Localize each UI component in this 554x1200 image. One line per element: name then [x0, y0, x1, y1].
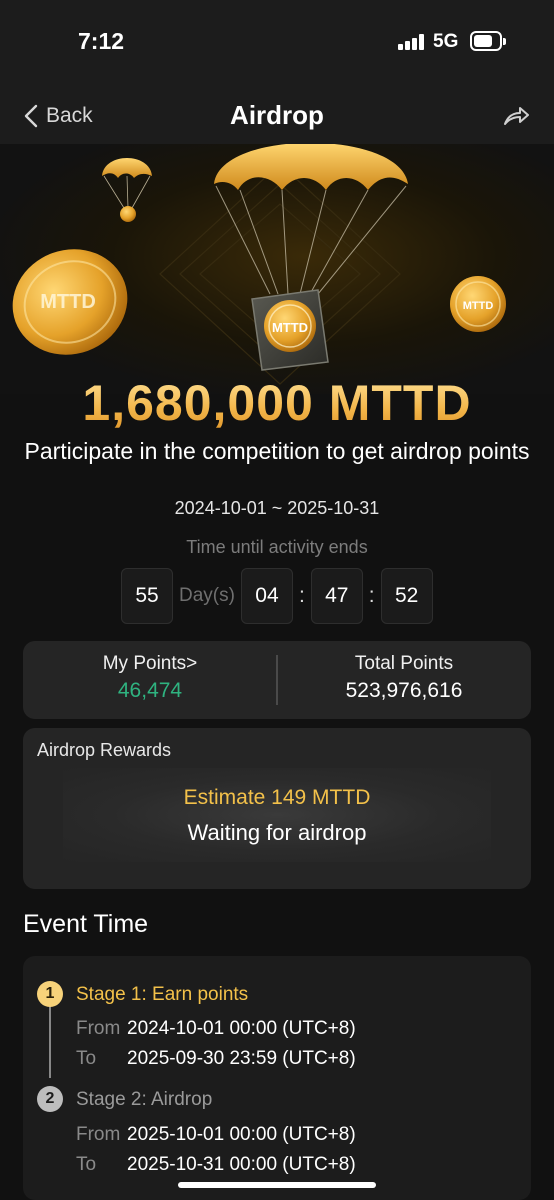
activity-date-range: 2024-10-01 ~ 2025-10-31	[174, 498, 380, 518]
parachute-icon: MTTD	[214, 144, 408, 371]
countdown-separator: :	[368, 584, 375, 607]
hero-subtitle: Participate in the competition to get ai…	[24, 438, 530, 464]
stage-2-badge: 2	[37, 1086, 63, 1112]
coin-icon-right: MTTD	[450, 276, 506, 332]
countdown-minutes: 47	[310, 568, 363, 624]
status-time: 7:12	[78, 28, 125, 54]
rewards-highlight	[63, 768, 491, 862]
status-bar: 7:12 5G	[0, 0, 554, 88]
coin-label: MTTD	[272, 320, 308, 335]
hero-banner: MTTD MTTD MTTD	[0, 144, 554, 394]
share-icon[interactable]	[502, 102, 530, 130]
stage-2-to-label: To	[76, 1154, 97, 1175]
page-title: Airdrop	[230, 100, 324, 130]
countdown-days: 55	[121, 568, 173, 624]
stage-1-from-value: 2024-10-01 00:00 (UTC+8)	[127, 1018, 356, 1039]
hero-illustration: MTTD MTTD MTTD	[12, 144, 506, 385]
airdrop-rewards-card: Airdrop Rewards Estimate 149 MTTD Waitin…	[23, 728, 531, 889]
countdown-days-unit: Day(s)	[179, 585, 235, 606]
signal-icon	[398, 34, 426, 50]
event-time-title: Event Time	[23, 910, 149, 938]
total-points: Total Points 523,976,616	[277, 653, 531, 703]
stage-2-from-value: 2025-10-01 00:00 (UTC+8)	[127, 1124, 356, 1145]
stage-1-badge: 1	[37, 981, 63, 1007]
stage-1-to: To 2025-09-30 23:59 (UTC+8)	[76, 1048, 356, 1070]
total-points-value: 523,976,616	[345, 679, 463, 702]
stage-2-to-value: 2025-10-31 00:00 (UTC+8)	[127, 1154, 356, 1175]
network-label: 5G	[433, 31, 459, 52]
stage-2-from: From 2025-10-01 00:00 (UTC+8)	[76, 1124, 356, 1146]
countdown-seconds: 52	[380, 568, 433, 624]
stage-2-from-label: From	[76, 1124, 121, 1145]
countdown-label: Time until activity ends	[186, 537, 368, 557]
battery-icon	[470, 31, 506, 51]
stage-1-from-label: From	[76, 1018, 121, 1039]
rewards-estimate: Estimate 149 MTTD	[183, 786, 371, 809]
nav-bar: Back Airdrop	[0, 88, 554, 144]
airdrop-amount: 1,680,000 MTTD	[0, 374, 554, 432]
home-indicator[interactable]	[178, 1182, 376, 1188]
rewards-status: Waiting for airdrop	[187, 820, 367, 845]
stage-1-from: From 2024-10-01 00:00 (UTC+8)	[76, 1018, 356, 1040]
stage-2-title: Stage 2: Airdrop	[76, 1089, 213, 1110]
stage-1-to-value: 2025-09-30 23:59 (UTC+8)	[127, 1048, 356, 1069]
countdown-separator: :	[298, 584, 305, 607]
my-points-label: My Points>	[102, 653, 198, 674]
my-points[interactable]: My Points> 46,474	[23, 653, 277, 703]
stage-1-to-label: To	[76, 1048, 97, 1069]
stage-1-title: Stage 1: Earn points	[76, 984, 249, 1005]
coin-label-right: MTTD	[463, 300, 494, 312]
points-card: My Points> 46,474 Total Points 523,976,6…	[23, 641, 531, 719]
event-time-card: 1 Stage 1: Earn points From 2024-10-01 00…	[23, 956, 531, 1200]
coin-label-left: MTTD	[40, 291, 96, 313]
my-points-value: 46,474	[117, 679, 183, 702]
countdown-hours: 04	[240, 568, 293, 624]
small-parachute-icon	[102, 158, 152, 222]
rewards-title: Airdrop Rewards	[37, 740, 172, 760]
coin-icon: MTTD	[12, 249, 128, 355]
countdown-timer: 55 Day(s) 04 : 47 : 52	[121, 568, 433, 624]
stage-2-to: To 2025-10-31 00:00 (UTC+8)	[76, 1154, 356, 1176]
total-points-label: Total Points	[354, 653, 454, 674]
